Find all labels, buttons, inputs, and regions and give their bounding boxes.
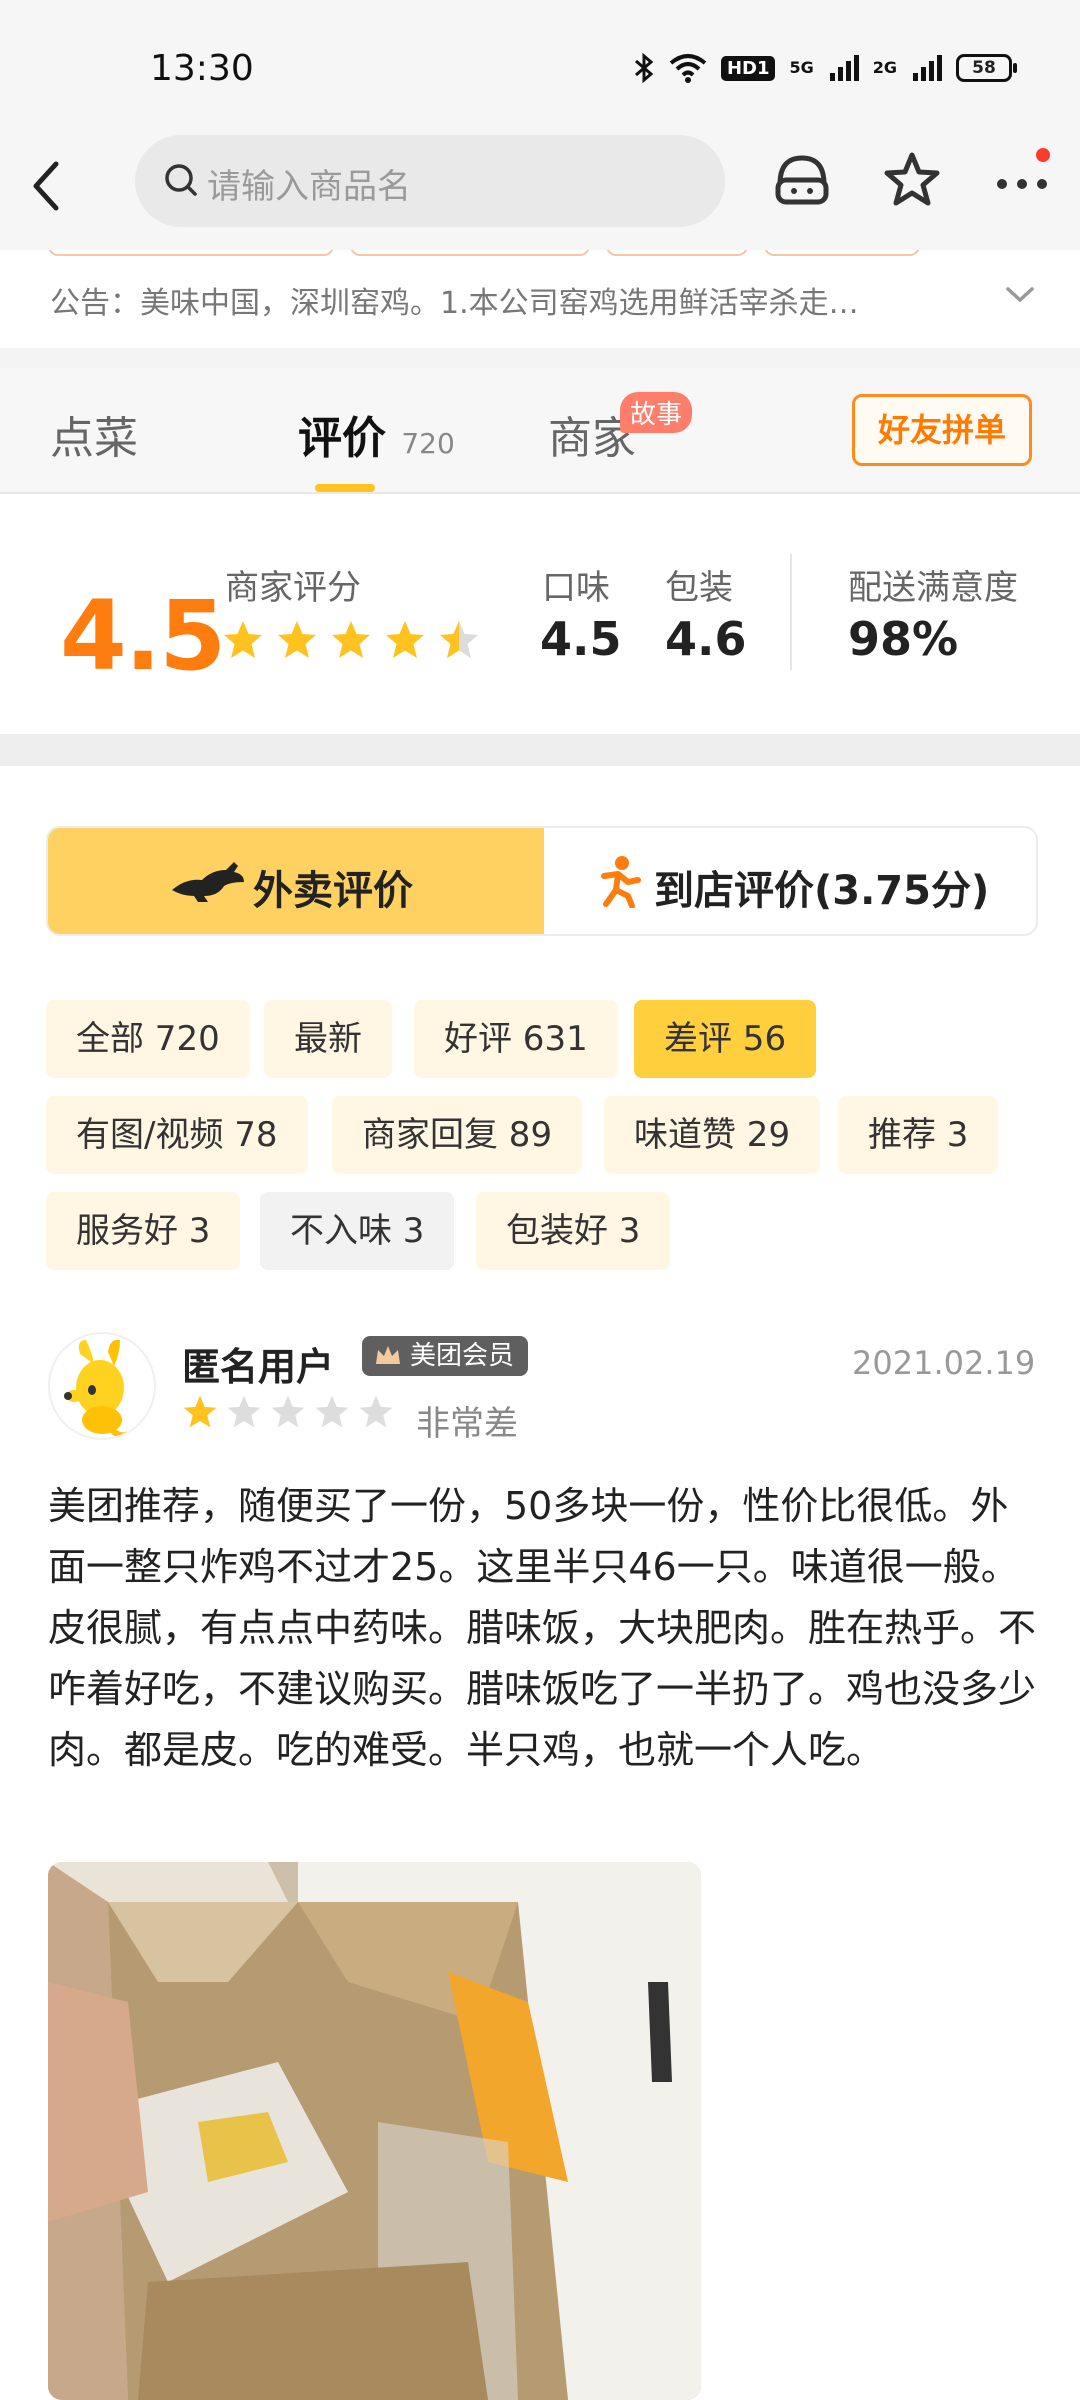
review-star-rating <box>182 1394 394 1430</box>
kangaroo-icon <box>172 862 244 902</box>
filter-chip-latest[interactable]: 最新 <box>264 1000 392 1078</box>
filter-chip-tasty[interactable]: 味道赞 29 <box>604 1096 821 1174</box>
taste-label: 口味 <box>542 568 610 608</box>
signal-5g-label: 5G <box>789 58 814 77</box>
overall-score-label: 商家评分 <box>225 568 361 608</box>
rating-divider <box>790 554 792 670</box>
packaging-label: 包装 <box>665 568 733 608</box>
section-divider-2 <box>0 734 1080 766</box>
filter-chip-recommend[interactable]: 推荐 3 <box>838 1096 999 1174</box>
person-walking-icon <box>601 856 641 908</box>
star-empty-icon <box>271 1395 305 1428</box>
customer-service-icon[interactable] <box>770 148 834 212</box>
review-type-switch: 外卖评价 到店评价(3.75分) <box>46 826 1038 936</box>
star-full-icon <box>278 621 316 658</box>
notification-dot <box>1036 148 1050 162</box>
status-icons: HD1 5G 2G 58 <box>633 52 1017 84</box>
star-full-icon <box>183 1395 217 1428</box>
filter-chip-merchant-reply[interactable]: 商家回复 89 <box>332 1096 583 1174</box>
reviewer-name: 匿名用户 <box>182 1345 335 1389</box>
store-tabs: 点菜 评价 720 商家 故事 好友拼单 <box>0 368 1080 494</box>
filter-chip-all[interactable]: 全部 720 <box>46 1000 250 1078</box>
group-order-button[interactable]: 好友拼单 <box>852 394 1032 466</box>
chevron-down-icon[interactable] <box>1000 280 1040 310</box>
tab-reviews-label: 评价 <box>298 413 386 464</box>
wifi-icon <box>669 54 707 83</box>
battery-icon: 58 <box>956 54 1017 82</box>
member-badge: 美团会员 <box>362 1336 529 1376</box>
taste-score: 4.5 <box>540 612 622 666</box>
section-divider <box>0 348 1080 368</box>
search-icon <box>165 164 197 196</box>
promo-tags-strip <box>0 250 1080 258</box>
delivery-satisfaction-value: 98% <box>848 612 959 666</box>
review-date: 2021.02.19 <box>852 1344 1036 1382</box>
top-nav: 请输入商品名 <box>0 130 1080 250</box>
signal-bars-2-icon <box>913 55 942 81</box>
member-badge-label: 美团会员 <box>410 1341 515 1371</box>
review-text[interactable]: 美团推荐，随便买了一份，50多块一份，性价比很低。外面一整只炸鸡不过才25。这里… <box>48 1476 1038 1781</box>
instore-reviews-label[interactable]: 到店评价(3.75分) <box>654 858 989 916</box>
bluetooth-icon <box>634 52 654 84</box>
food-photo-image <box>48 1862 701 2400</box>
star-full-icon <box>332 621 370 658</box>
status-bar: 13:30 HD1 5G 2G 58 <box>0 0 1080 130</box>
star-half-icon <box>440 621 478 658</box>
filter-chip-positive[interactable]: 好评 631 <box>414 1000 618 1078</box>
review-photo[interactable] <box>48 1862 701 2400</box>
back-arrow-icon[interactable] <box>26 156 66 216</box>
star-full-icon <box>386 621 424 658</box>
active-tab-indicator <box>315 484 375 492</box>
announcement-text[interactable]: 公告：美味中国，深圳窑鸡。1.本公司窑鸡选用鲜活宰杀走… <box>50 278 950 322</box>
filter-chip-bland[interactable]: 不入味 3 <box>260 1192 455 1270</box>
star-full-icon <box>224 621 262 658</box>
filter-chip-good-service[interactable]: 服务好 3 <box>46 1192 241 1270</box>
search-placeholder: 请输入商品名 <box>207 167 411 207</box>
filter-chip-negative[interactable]: 差评 56 <box>634 1000 817 1078</box>
star-empty-icon <box>227 1395 261 1428</box>
overall-score: 4.5 <box>60 580 226 692</box>
tab-reviews[interactable]: 评价 720 <box>298 402 455 466</box>
status-time: 13:30 <box>150 48 254 89</box>
star-empty-icon <box>359 1395 393 1428</box>
delivery-reviews-label: 外卖评价 <box>253 868 413 914</box>
favorite-star-icon[interactable] <box>880 148 944 212</box>
hd-icon: HD1 <box>720 55 776 81</box>
star-empty-icon <box>315 1395 349 1428</box>
story-badge: 故事 <box>620 392 693 433</box>
kangaroo-avatar-icon <box>64 1339 130 1438</box>
crown-icon <box>376 1346 400 1364</box>
review-rating-label: 非常差 <box>416 1404 518 1444</box>
tab-order[interactable]: 点菜 <box>50 402 138 466</box>
delivery-satisfaction-label: 配送满意度 <box>848 568 1018 608</box>
overall-star-rating <box>222 619 480 661</box>
signal-2g-label: 2G <box>872 58 897 77</box>
rating-summary: 4.5 商家评分 口味 4.5 包装 4.6 配送满意度 98% <box>0 494 1080 734</box>
avatar[interactable] <box>48 1332 156 1440</box>
packaging-score: 4.6 <box>665 612 747 666</box>
search-input[interactable]: 请输入商品名 <box>135 135 725 227</box>
signal-bars-icon <box>829 55 859 81</box>
filter-chip-with-media[interactable]: 有图/视频 78 <box>46 1096 308 1174</box>
tab-reviews-count: 720 <box>401 427 455 460</box>
filter-chip-good-packaging[interactable]: 包装好 3 <box>476 1192 671 1270</box>
